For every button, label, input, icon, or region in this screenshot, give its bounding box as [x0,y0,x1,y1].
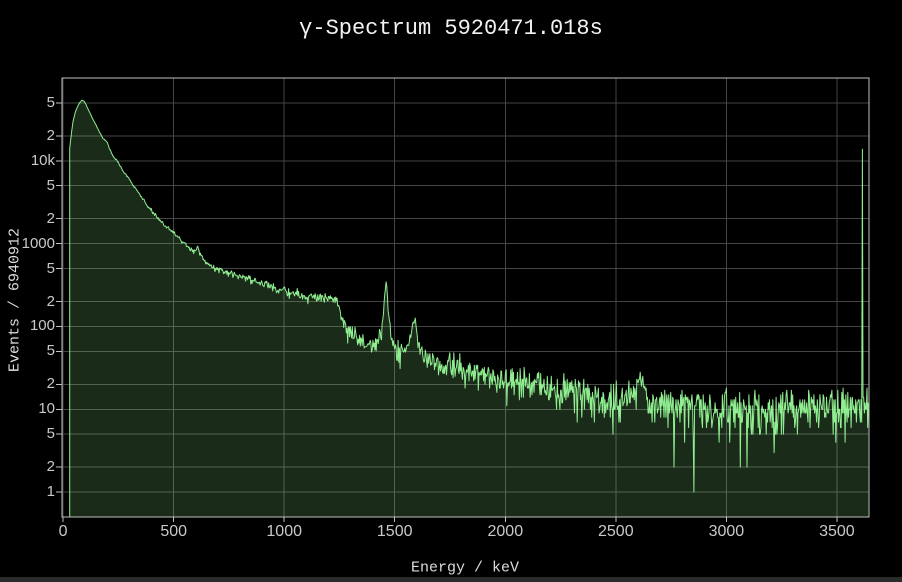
spectrum-fill [70,100,869,517]
y-tick-label: 2 [3,292,55,312]
y-tick-label: 1000 [3,234,55,254]
x-tick-label: 0 [59,523,68,541]
y-tick-label: 5 [3,259,55,279]
x-tick-label: 3000 [709,523,745,541]
y-tick-label: 2 [3,209,55,229]
x-tick-label: 500 [160,523,187,541]
y-tick-label: 5 [3,424,55,444]
x-tick-label: 2000 [488,523,524,541]
x-tick-label: 2500 [598,523,634,541]
spectrum-curve [70,100,869,517]
y-tick-label: 1 [3,482,55,502]
y-tick-label: 10 [3,399,55,419]
y-tick-label: 100 [3,316,55,336]
y-tick-label: 2 [3,457,55,477]
x-tick-label: 1000 [266,523,302,541]
spectrum-plot[interactable] [0,0,902,582]
spectrum-window: γ-Spectrum 5920471.018s Events / 6940912… [0,0,902,582]
x-tick-label: 3500 [819,523,855,541]
y-tick-label: 5 [3,93,55,113]
x-tick-label: 1500 [377,523,413,541]
y-tick-label: 10k [3,151,55,171]
x-axis-title: Energy / keV [411,560,519,577]
bottom-scrollbar[interactable] [0,577,902,582]
y-tick-label: 2 [3,126,55,146]
y-tick-label: 5 [3,176,55,196]
y-tick-label: 5 [3,341,55,361]
y-tick-label: 2 [3,374,55,394]
